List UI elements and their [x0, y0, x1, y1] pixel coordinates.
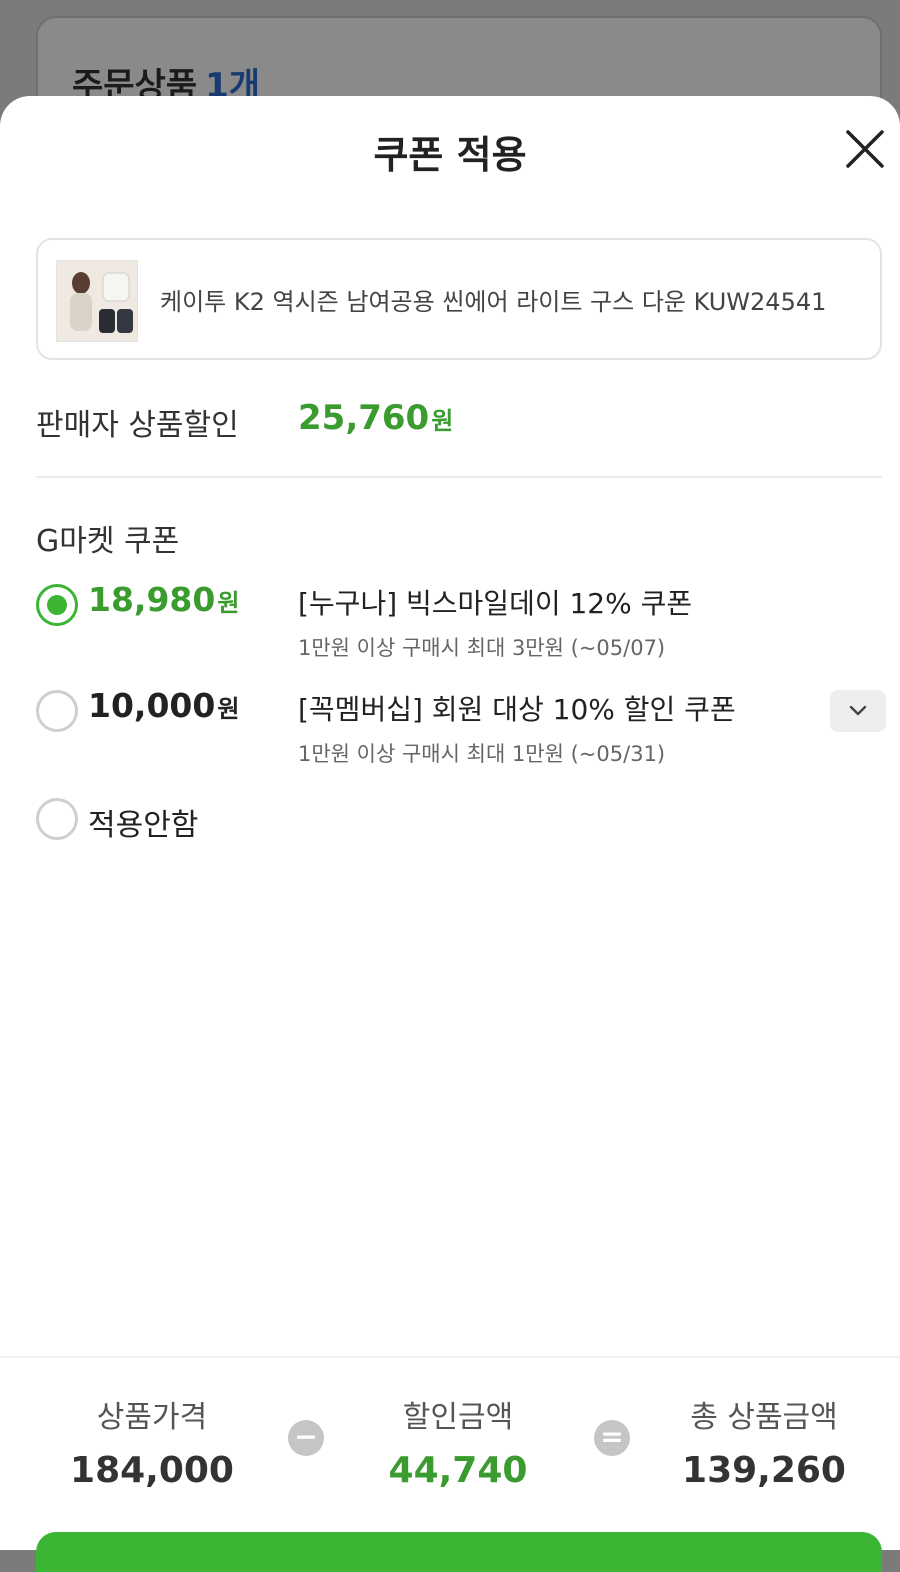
equals-icon: = [594, 1420, 630, 1456]
sheet-title: 쿠폰 적용 [373, 133, 527, 177]
coupon-radio[interactable] [36, 584, 78, 626]
coupon-option[interactable]: 18,980원 [누구나] 빅스마일데이 12% 쿠폰 1만원 이상 구매시 최… [36, 580, 896, 670]
coupon-option[interactable]: 10,000원 [꼭멤버십] 회원 대상 10% 할인 쿠폰 1만원 이상 구매… [36, 686, 896, 778]
coupon-amount-unit: 원 [217, 695, 240, 723]
coupon-description: 1만원 이상 구매시 최대 1만원 (~05/31) [298, 742, 666, 766]
product-price-value: 184,000 [70, 1450, 234, 1491]
product-image-icon [57, 261, 137, 341]
coupon-amount-value: 18,980 [88, 580, 216, 619]
divider [36, 476, 882, 478]
discount-column: 할인금액 44,740 [338, 1392, 578, 1491]
coupon-radio[interactable] [36, 690, 78, 732]
total-label: 총 상품금액 [690, 1400, 838, 1435]
coupon-title: [꼭멤버십] 회원 대상 10% 할인 쿠폰 [298, 693, 736, 726]
coupon-amount: 18,980원 [88, 580, 239, 619]
seller-discount-amount: 25,760원 [298, 398, 453, 438]
product-price-label: 상품가격 [96, 1400, 208, 1435]
seller-discount-label: 판매자 상품할인 [36, 408, 239, 443]
expand-coupon-button[interactable] [830, 690, 886, 732]
coupon-sheet: 쿠폰 적용 케이투 K2 역시즌 남여공용 씬에어 라이트 구스 다운 KUW2… [0, 96, 900, 1572]
close-icon [846, 130, 884, 168]
product-card: 케이투 K2 역시즌 남여공용 씬에어 라이트 구스 다운 KUW24541 [36, 238, 882, 360]
apply-button[interactable] [36, 1532, 882, 1572]
product-thumbnail [56, 260, 138, 342]
seller-discount-row: 판매자 상품할인 25,760원 [36, 398, 882, 448]
minus-icon: − [288, 1420, 324, 1456]
no-coupon-radio[interactable] [36, 798, 78, 840]
gmarket-coupon-section-title: G마켓 쿠폰 [36, 524, 180, 559]
seller-discount-value: 25,760 [298, 398, 430, 438]
no-coupon-option[interactable]: 적용안함 [36, 796, 896, 846]
coupon-amount: 10,000원 [88, 686, 239, 725]
price-summary: 상품가격 184,000 − 할인금액 44,740 = 총 상품금액 139,… [0, 1356, 900, 1550]
coupon-amount-value: 10,000 [88, 686, 216, 725]
chevron-down-icon [849, 705, 867, 716]
coupon-description: 1만원 이상 구매시 최대 3만원 (~05/07) [298, 636, 666, 660]
close-button[interactable] [838, 122, 892, 176]
product-name: 케이투 K2 역시즌 남여공용 씬에어 라이트 구스 다운 KUW24541 [160, 288, 827, 316]
seller-discount-unit: 원 [431, 407, 454, 435]
discount-value: 44,740 [388, 1450, 528, 1491]
total-column: 총 상품금액 139,260 [644, 1392, 884, 1491]
coupon-amount-unit: 원 [217, 589, 240, 617]
discount-label: 할인금액 [402, 1400, 514, 1435]
no-coupon-label: 적용안함 [88, 808, 199, 843]
coupon-title: [누구나] 빅스마일데이 12% 쿠폰 [298, 587, 693, 620]
total-value: 139,260 [682, 1450, 846, 1491]
product-price-column: 상품가격 184,000 [32, 1392, 272, 1491]
